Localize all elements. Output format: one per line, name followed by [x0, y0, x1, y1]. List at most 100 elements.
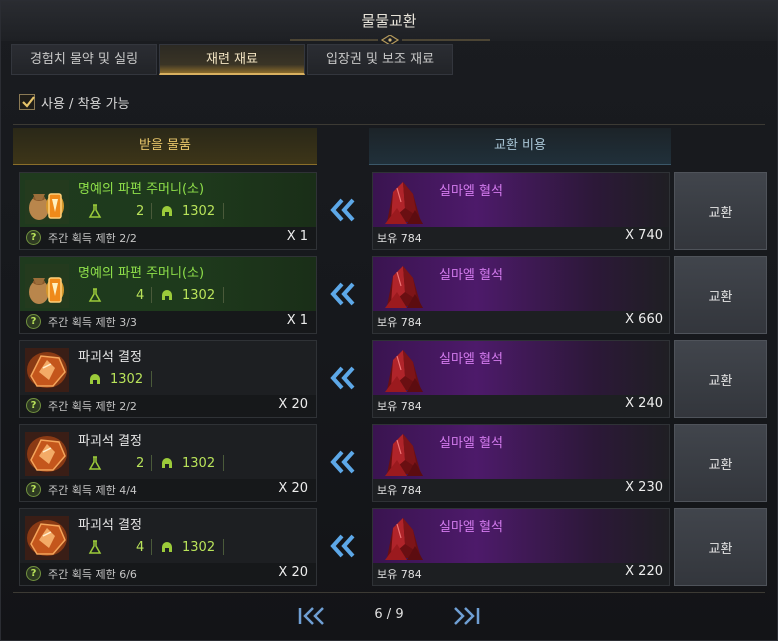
stat-level: 1302 — [160, 286, 215, 304]
honor-shard-pouch-icon — [25, 180, 69, 224]
weekly-limit: 주간 획득 제한 3/3 — [48, 316, 137, 329]
double-left-arrow-icon — [330, 534, 355, 558]
receive-item-cell[interactable]: 파괴석 결정 2 1302 ? 주간 획득 제한 4/4 X 20 — [19, 424, 317, 502]
stat-tier-value: 2 — [136, 203, 145, 219]
cost-item-name: 실마엘 혈석 — [439, 184, 503, 199]
stat-level-value: 1302 — [182, 287, 216, 303]
tab-refine-material[interactable]: 재련 재료 — [159, 44, 305, 75]
cost-item-cell[interactable]: 실마엘 혈석 보유 784 X 740 — [372, 172, 670, 250]
cost-column-header: 교환 비용 — [369, 128, 671, 165]
exchange-row: 명예의 파편 주머니(소) 2 1302 ? 주간 획득 제한 2/2 X 1 … — [19, 172, 767, 250]
tab-label: 경험치 물약 및 실링 — [29, 52, 139, 67]
receive-item-footer: ? 주간 획득 제한 3/3 X 1 — [20, 311, 316, 333]
stat-divider — [151, 455, 152, 471]
helmet-icon — [90, 374, 100, 384]
usable-filter[interactable]: 사용 / 착용 가능 — [19, 92, 130, 112]
receive-quantity: X 1 — [286, 313, 308, 328]
silmael-bloodstone-icon — [385, 350, 423, 392]
weekly-limit: 주간 획득 제한 6/6 — [48, 568, 137, 581]
double-left-arrow-icon — [330, 450, 355, 474]
stat-divider — [223, 203, 224, 219]
silmael-bloodstone-icon — [385, 518, 423, 560]
receive-item-cell[interactable]: 명예의 파편 주머니(소) 2 1302 ? 주간 획득 제한 2/2 X 1 — [19, 172, 317, 250]
flask-icon — [88, 456, 102, 470]
cost-quantity: X 220 — [625, 564, 663, 579]
exchange-row: 파괴석 결정 2 1302 ? 주간 획득 제한 4/4 X 20 실마엘 혈석 — [19, 424, 767, 502]
cost-header-label: 교환 비용 — [494, 138, 546, 153]
receive-item-info: 파괴석 결정 1302 — [20, 341, 316, 395]
usable-checkbox[interactable] — [19, 94, 35, 110]
exchange-row: 파괴석 결정 1302 ? 주간 획득 제한 2/2 X 20 실마엘 혈석 보… — [19, 340, 767, 418]
tab-ticket-aux[interactable]: 입장권 및 보조 재료 — [307, 44, 453, 75]
owned-count: 보유 784 — [377, 568, 422, 581]
stat-level: 1302 — [160, 454, 215, 472]
helmet-icon — [162, 458, 172, 468]
exchange-button-label: 교환 — [708, 289, 733, 305]
cost-item-cell[interactable]: 실마엘 혈석 보유 784 X 230 — [372, 424, 670, 502]
tab-bar: 경험치 물약 및 실링 재련 재료 입장권 및 보조 재료 — [11, 44, 771, 75]
receive-item-footer: ? 주간 획득 제한 2/2 X 20 — [20, 395, 316, 417]
owned-count: 보유 784 — [377, 400, 422, 413]
cost-item-name: 실마엘 혈석 — [439, 352, 503, 367]
receive-quantity: X 1 — [286, 229, 308, 244]
receive-item-footer: ? 주간 획득 제한 6/6 X 20 — [20, 563, 316, 585]
stat-tier: 2 — [88, 202, 144, 220]
double-left-arrow-icon — [330, 282, 355, 306]
cost-item-name: 실마엘 혈석 — [439, 268, 503, 283]
silmael-bloodstone-icon — [385, 434, 423, 476]
window-title: 물물교환 — [361, 12, 417, 30]
exchange-button-label: 교환 — [708, 541, 733, 557]
exchange-button[interactable]: 교환 — [674, 424, 767, 502]
receive-item-info: 명예의 파편 주머니(소) 4 1302 — [20, 257, 316, 311]
owned-count: 보유 784 — [377, 316, 422, 329]
help-icon[interactable]: ? — [26, 482, 41, 497]
exchange-button[interactable]: 교환 — [674, 172, 767, 250]
stat-level-value: 1302 — [182, 455, 216, 471]
help-icon[interactable]: ? — [26, 566, 41, 581]
receive-quantity: X 20 — [278, 481, 308, 496]
flask-icon — [88, 204, 102, 218]
receive-item-cell[interactable]: 파괴석 결정 1302 ? 주간 획득 제한 2/2 X 20 — [19, 340, 317, 418]
stat-divider — [151, 287, 152, 303]
weekly-limit: 주간 획득 제한 2/2 — [48, 400, 137, 413]
help-icon[interactable]: ? — [26, 230, 41, 245]
receive-item-info: 파괴석 결정 2 1302 — [20, 425, 316, 479]
stat-divider — [151, 203, 152, 219]
exchange-button[interactable]: 교환 — [674, 256, 767, 334]
stat-level-value: 1302 — [182, 203, 216, 219]
cost-quantity: X 660 — [625, 312, 663, 327]
helmet-icon — [162, 206, 172, 216]
stat-tier: 2 — [88, 454, 144, 472]
stat-level: 1302 — [160, 538, 215, 556]
cost-item-cell[interactable]: 실마엘 혈석 보유 784 X 240 — [372, 340, 670, 418]
stat-level: 1302 — [88, 370, 143, 388]
cost-item-cell[interactable]: 실마엘 혈석 보유 784 X 660 — [372, 256, 670, 334]
help-icon[interactable]: ? — [26, 398, 41, 413]
receive-item-cell[interactable]: 파괴석 결정 4 1302 ? 주간 획득 제한 6/6 X 20 — [19, 508, 317, 586]
double-left-arrow-icon — [330, 366, 355, 390]
item-name: 파괴석 결정 — [78, 350, 142, 365]
double-left-arrow-icon — [330, 198, 355, 222]
first-page-icon[interactable] — [296, 605, 328, 627]
tab-exp-potion[interactable]: 경험치 물약 및 실링 — [11, 44, 157, 75]
exchange-button[interactable]: 교환 — [674, 508, 767, 586]
last-page-icon[interactable] — [450, 605, 482, 627]
pagination: 6 / 9 — [1, 601, 777, 631]
stat-divider — [223, 455, 224, 471]
cost-item-name: 실마엘 혈석 — [439, 520, 503, 535]
receive-item-info: 명예의 파편 주머니(소) 2 1302 — [20, 173, 316, 227]
destruction-stone-crystal-icon — [25, 348, 69, 392]
exchange-row: 명예의 파편 주머니(소) 4 1302 ? 주간 획득 제한 3/3 X 1 … — [19, 256, 767, 334]
exchange-button[interactable]: 교환 — [674, 340, 767, 418]
stat-tier-value: 2 — [136, 455, 145, 471]
receive-item-cell[interactable]: 명예의 파편 주머니(소) 4 1302 ? 주간 획득 제한 3/3 X 1 — [19, 256, 317, 334]
item-name: 명예의 파편 주머니(소) — [78, 182, 205, 197]
stat-level-value: 1302 — [110, 371, 144, 387]
page-indicator: 6 / 9 — [374, 607, 404, 622]
stat-level-value: 1302 — [182, 539, 216, 555]
receive-header-label: 받을 물품 — [139, 138, 191, 153]
cost-item-cell[interactable]: 실마엘 혈석 보유 784 X 220 — [372, 508, 670, 586]
silmael-bloodstone-icon — [385, 182, 423, 224]
checkmark-icon — [22, 96, 35, 108]
help-icon[interactable]: ? — [26, 314, 41, 329]
